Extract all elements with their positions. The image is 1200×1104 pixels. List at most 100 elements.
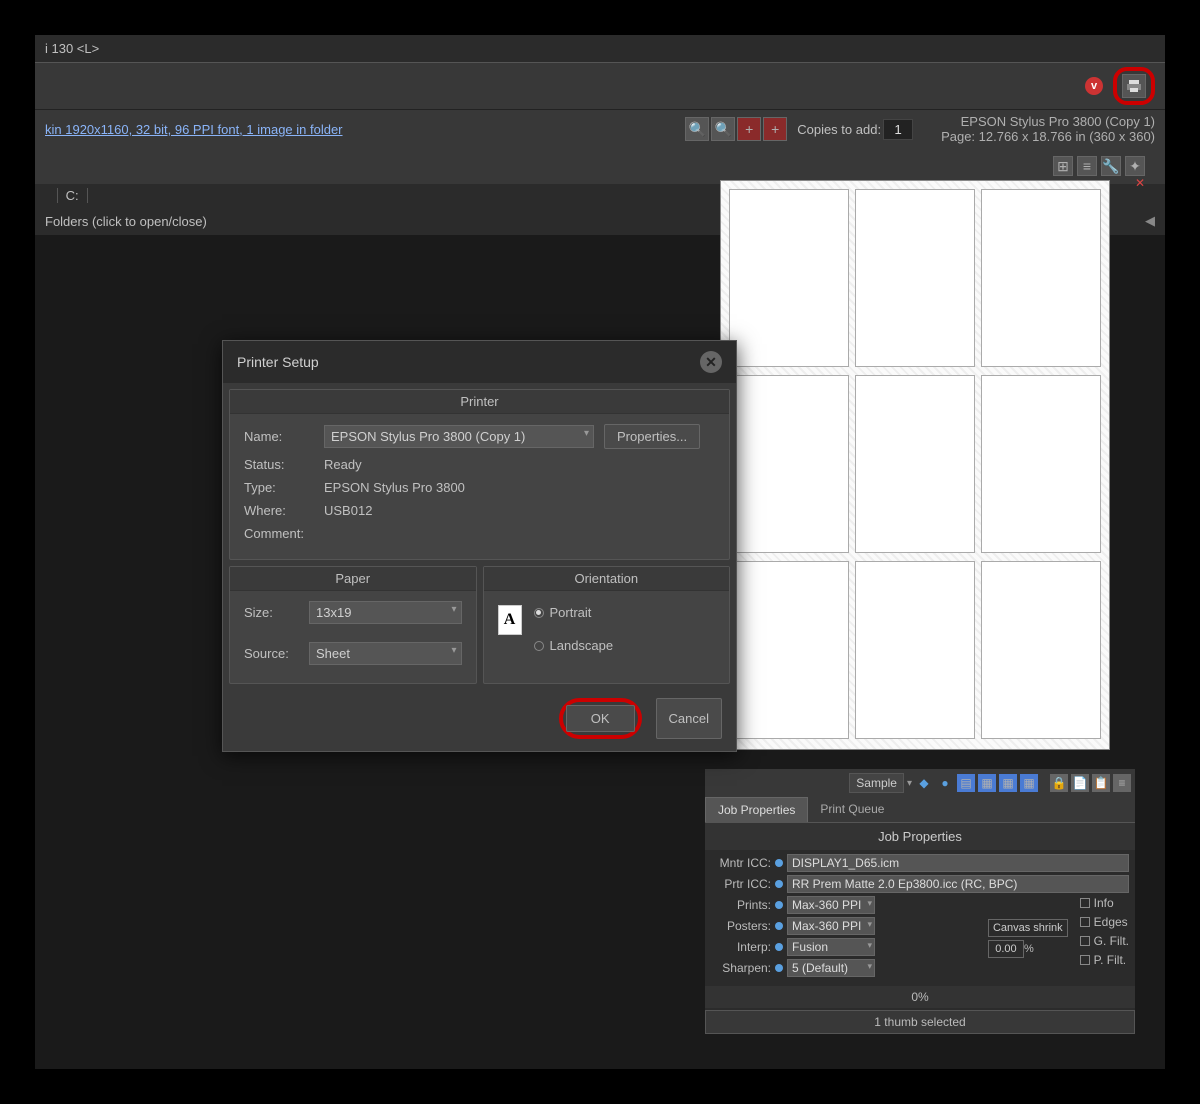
where-label: Where: — [244, 503, 314, 518]
sharpen-label: Sharpen: — [711, 961, 771, 975]
prints-field[interactable]: Max-360 PPI — [787, 896, 875, 914]
copy-icon[interactable]: 📋 — [1092, 774, 1110, 792]
portrait-radio[interactable]: Portrait — [534, 605, 614, 620]
doc-icon[interactable]: 📄 — [1071, 774, 1089, 792]
interp-label: Interp: — [711, 940, 771, 954]
menu-icon[interactable]: ≡ — [1113, 774, 1131, 792]
where-value: USB012 — [324, 503, 372, 518]
paper-source-select[interactable]: Sheet — [309, 642, 462, 665]
tool-icon-2[interactable]: ≡ — [1077, 156, 1097, 176]
properties-button[interactable]: Properties... — [604, 424, 700, 449]
dot-icon — [775, 880, 783, 888]
add-all-icon[interactable]: + — [763, 117, 787, 141]
orientation-icon: A — [498, 605, 522, 635]
preview-cell[interactable] — [729, 375, 849, 553]
preview-cell[interactable] — [729, 561, 849, 739]
size-label: Size: — [244, 605, 299, 620]
tab-job-properties[interactable]: Job Properties — [705, 797, 808, 822]
highlight-ok: OK — [559, 698, 642, 739]
path-segment[interactable] — [45, 188, 58, 203]
warning-icon[interactable]: v — [1085, 77, 1103, 95]
view-3-icon[interactable]: ▦ — [999, 774, 1017, 792]
comment-label: Comment: — [244, 526, 314, 541]
diamond-icon[interactable]: ◆ — [915, 774, 933, 792]
printer-name-label: EPSON Stylus Pro 3800 (Copy 1) — [941, 114, 1155, 129]
highlight-printer-icon — [1113, 67, 1155, 105]
collapse-icon[interactable]: ◀ — [1145, 213, 1155, 229]
preview-cell[interactable] — [855, 375, 975, 553]
add-icon[interactable]: + — [737, 117, 761, 141]
preview-cell[interactable] — [981, 375, 1101, 553]
preview-cell[interactable] — [855, 189, 975, 367]
preview-cell[interactable] — [981, 561, 1101, 739]
zoom-out-icon[interactable]: 🔍 — [711, 117, 735, 141]
preview-cell[interactable] — [729, 189, 849, 367]
wrench-icon[interactable]: ✦ — [1125, 156, 1145, 176]
path-c-drive[interactable]: C: — [66, 188, 88, 203]
view-2-icon[interactable]: ▦ — [978, 774, 996, 792]
status-label: Status: — [244, 457, 314, 472]
mntr-icc-label: Mntr ICC: — [711, 856, 771, 870]
view-1-icon[interactable]: ▤ — [957, 774, 975, 792]
binoculars-icon[interactable]: 🔧 — [1101, 156, 1121, 176]
preview-cell[interactable] — [855, 561, 975, 739]
tool-icon-1[interactable]: ⊞ — [1053, 156, 1073, 176]
cancel-button[interactable]: Cancel — [656, 698, 722, 739]
canvas-shrink-value[interactable]: 0.00 — [988, 940, 1024, 958]
copies-input[interactable] — [883, 119, 913, 140]
prints-label: Prints: — [711, 898, 771, 912]
dot-icon — [775, 922, 783, 930]
dot-icon — [775, 901, 783, 909]
tabs: Job Properties Print Queue — [705, 797, 1135, 823]
paper-size-select[interactable]: 13x19 — [309, 601, 462, 624]
progress-text: 0% — [705, 986, 1135, 1008]
header-bar: v — [35, 62, 1165, 110]
copies-label: Copies to add: — [797, 122, 881, 137]
orientation-section-heading: Orientation — [484, 567, 730, 591]
posters-label: Posters: — [711, 919, 771, 933]
preview-page — [720, 180, 1110, 750]
printer-name-select[interactable]: EPSON Stylus Pro 3800 (Copy 1) — [324, 425, 594, 448]
print-preview: ✕ — [720, 180, 1135, 780]
printer-section-heading: Printer — [230, 390, 729, 414]
printer-setup-dialog: Printer Setup ✕ Printer Name: EPSON Styl… — [222, 340, 737, 752]
lock-icon[interactable]: 🔒 — [1050, 774, 1068, 792]
dot-icon — [775, 859, 783, 867]
preview-close-icon[interactable]: ✕ — [1135, 176, 1145, 190]
image-info-link[interactable]: kin 1920x1160, 32 bit, 96 PPI font, 1 im… — [45, 122, 343, 137]
printer-icon[interactable] — [1122, 74, 1146, 98]
dialog-title: Printer Setup — [237, 354, 319, 370]
gfilt-checkbox[interactable] — [1080, 936, 1090, 946]
app-window: i 130 <L> v kin 1920x1160, 32 bit, 96 PP… — [35, 35, 1165, 1069]
dot-icon — [775, 943, 783, 951]
sharpen-field[interactable]: 5 (Default) — [787, 959, 875, 977]
folders-label: Folders (click to open/close) — [45, 214, 207, 229]
pfilt-checkbox[interactable] — [1080, 955, 1090, 965]
tab-print-queue[interactable]: Print Queue — [808, 797, 896, 822]
mntr-icc-field[interactable]: DISPLAY1_D65.icm — [787, 854, 1129, 872]
status-text: 1 thumb selected — [705, 1010, 1135, 1034]
window-title: i 130 <L> — [35, 35, 1165, 62]
dot-icon — [775, 964, 783, 972]
info-checkbox[interactable] — [1080, 898, 1090, 908]
sample-dropdown[interactable]: Sample — [849, 773, 904, 793]
type-label: Type: — [244, 480, 314, 495]
name-label: Name: — [244, 429, 314, 444]
view-4-icon[interactable]: ▦ — [1020, 774, 1038, 792]
page-size-label: Page: 12.766 x 18.766 in (360 x 360) — [941, 129, 1155, 144]
preview-cell[interactable] — [981, 189, 1101, 367]
zoom-in-icon[interactable]: 🔍 — [685, 117, 709, 141]
landscape-radio[interactable]: Landscape — [534, 638, 614, 653]
mini-toolbar: Sample ▾ ◆ ● ▤ ▦ ▦ ▦ 🔒 📄 📋 ≡ — [705, 769, 1135, 797]
status-value: Ready — [324, 457, 362, 472]
prtr-icc-field[interactable]: RR Prem Matte 2.0 Ep3800.icc (RC, BPC) — [787, 875, 1129, 893]
circle-icon[interactable]: ● — [936, 774, 954, 792]
canvas-shrink-label: Canvas shrink — [988, 919, 1068, 937]
posters-field[interactable]: Max-360 PPI — [787, 917, 875, 935]
close-icon[interactable]: ✕ — [700, 351, 722, 373]
ok-button[interactable]: OK — [566, 705, 635, 732]
properties-panel: Sample ▾ ◆ ● ▤ ▦ ▦ ▦ 🔒 📄 📋 ≡ Job Propert… — [705, 769, 1135, 1034]
prtr-icc-label: Prtr ICC: — [711, 877, 771, 891]
interp-field[interactable]: Fusion — [787, 938, 875, 956]
edges-checkbox[interactable] — [1080, 917, 1090, 927]
